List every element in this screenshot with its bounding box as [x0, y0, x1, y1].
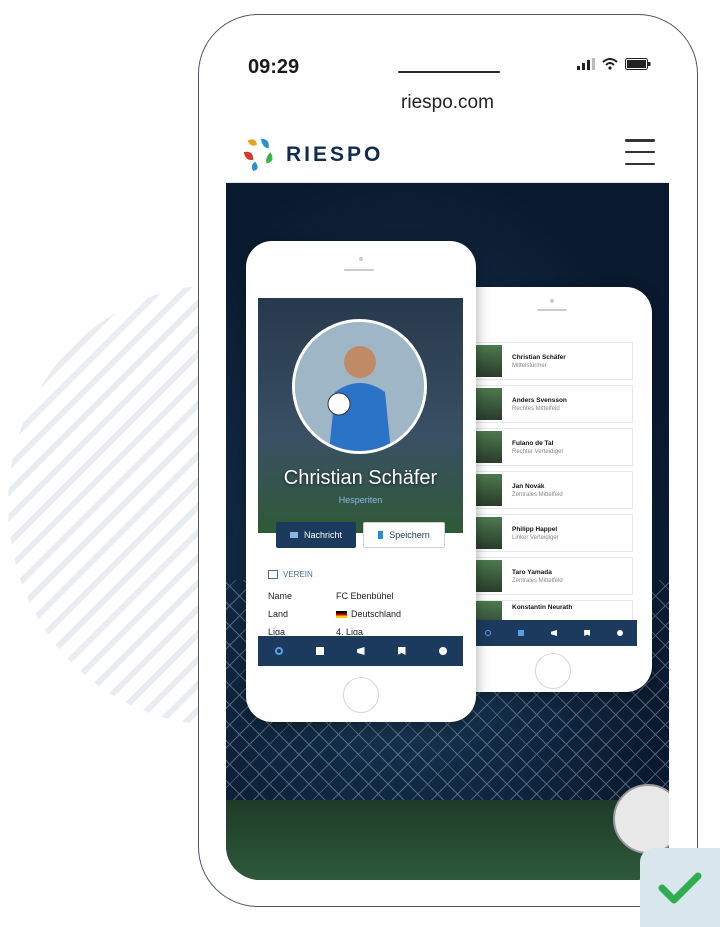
message-icon	[289, 532, 298, 538]
germany-flag-icon	[336, 611, 347, 619]
wifi-icon	[602, 58, 618, 70]
message-button[interactable]: Nachricht	[276, 522, 356, 548]
profile-phone-mockup: Christian Schäfer Hesperiten Nachricht S…	[246, 241, 476, 722]
info-row: Land Deutschland	[268, 609, 458, 619]
bookmark-tab-icon[interactable]	[584, 630, 591, 636]
megaphone-tab-icon[interactable]	[550, 630, 557, 636]
site-navbar: RIESPO	[226, 125, 669, 183]
player-name: Jan Novák	[512, 482, 545, 490]
player-name: Taro Yamada	[512, 568, 552, 576]
player-name: Philipp Happel	[512, 525, 558, 533]
bottom-tab-bar	[258, 636, 463, 666]
bottom-tab-bar	[471, 620, 637, 646]
player-thumbnail	[474, 474, 502, 506]
info-value: Deutschland	[351, 609, 402, 619]
club-section-label: VEREIN	[283, 570, 313, 579]
camera	[550, 299, 554, 303]
info-label: Liga	[268, 627, 286, 635]
profile-tab-icon[interactable]	[484, 630, 491, 636]
status-icons	[577, 58, 651, 70]
status-time: 09:29	[248, 56, 300, 78]
player-role: Zentrales Mittelfeld	[512, 491, 563, 498]
player-avatar	[292, 319, 427, 454]
player-photo	[295, 322, 424, 451]
info-row: Liga 4. Liga	[268, 627, 458, 635]
settings-tab-icon[interactable]	[617, 630, 624, 636]
brand-name[interactable]: RIESPO	[286, 143, 383, 167]
home-button	[343, 677, 379, 713]
info-label: Name	[268, 591, 293, 601]
bookmark-icon	[378, 531, 384, 539]
club-section-heading: VEREIN	[268, 570, 313, 579]
verified-badge	[640, 848, 720, 927]
player-role: Rechtes Mittelfeld	[512, 405, 560, 412]
battery-icon	[625, 58, 651, 70]
message-button-label: Nachricht	[303, 530, 342, 540]
signal-icon	[577, 58, 595, 70]
list-item[interactable]: Christian Schäfer Mittelstürmer	[471, 342, 633, 380]
list-item[interactable]: Fulano de Tal Rechter Verteidiger	[471, 428, 633, 466]
list-tab-icon[interactable]	[517, 630, 524, 636]
info-row: Name FC Ebenbühel	[268, 591, 458, 601]
player-position: Hesperiten	[338, 495, 383, 505]
url-bar[interactable]: riespo.com	[226, 92, 669, 114]
status-bar: 09:29	[226, 40, 669, 86]
player-thumbnail	[474, 517, 502, 549]
player-name: Konstantin Neurath	[512, 604, 573, 611]
player-name: Anders Svensson	[512, 396, 567, 404]
notch-indicator	[398, 71, 500, 73]
riespo-logo-icon[interactable]	[240, 135, 278, 173]
player-role: Linker Verteidiger	[512, 534, 559, 541]
player-thumbnail	[474, 388, 502, 420]
info-label: Land	[268, 609, 289, 619]
list-item[interactable]: Taro Yamada Zentrales Mittelfeld	[471, 557, 633, 595]
player-list-phone-mockup: Christian Schäfer Mittelstürmer Anders Sv…	[452, 287, 652, 692]
list-tab-icon[interactable]	[315, 647, 324, 655]
bookmark-tab-icon[interactable]	[397, 647, 406, 655]
list-item[interactable]: Anders Svensson Rechtes Mittelfeld	[471, 385, 633, 423]
list-item[interactable]: Konstantin Neurath	[471, 600, 633, 622]
player-name: Fulano de Tal	[512, 439, 554, 447]
save-button[interactable]: Speichern	[363, 522, 445, 548]
info-value: 4. Liga	[336, 627, 364, 635]
player-role: Zentrales Mittelfeld	[512, 577, 563, 584]
club-icon	[268, 570, 278, 579]
player-thumbnail	[474, 345, 502, 377]
player-thumbnail	[474, 560, 502, 592]
megaphone-tab-icon[interactable]	[356, 647, 365, 655]
settings-tab-icon[interactable]	[438, 647, 447, 655]
speaker	[344, 269, 374, 271]
profile-tab-icon[interactable]	[274, 647, 283, 655]
speaker	[537, 309, 567, 311]
checkmark-icon	[658, 872, 702, 903]
player-role: Mittelstürmer	[512, 362, 547, 369]
camera	[359, 257, 363, 261]
hamburger-menu-icon[interactable]	[625, 139, 655, 165]
save-button-label: Speichern	[389, 530, 430, 540]
pitch-background	[226, 800, 669, 880]
player-name-heading: Christian Schäfer	[283, 467, 438, 489]
player-role: Rechter Verteidiger	[512, 448, 564, 455]
home-button	[535, 653, 571, 689]
player-name: Christian Schäfer	[512, 353, 566, 361]
player-thumbnail	[474, 601, 502, 621]
info-value: FC Ebenbühel	[336, 591, 394, 601]
player-thumbnail	[474, 431, 502, 463]
list-item[interactable]: Jan Novák Zentrales Mittelfeld	[471, 471, 633, 509]
list-item[interactable]: Philipp Happel Linker Verteidiger	[471, 514, 633, 552]
